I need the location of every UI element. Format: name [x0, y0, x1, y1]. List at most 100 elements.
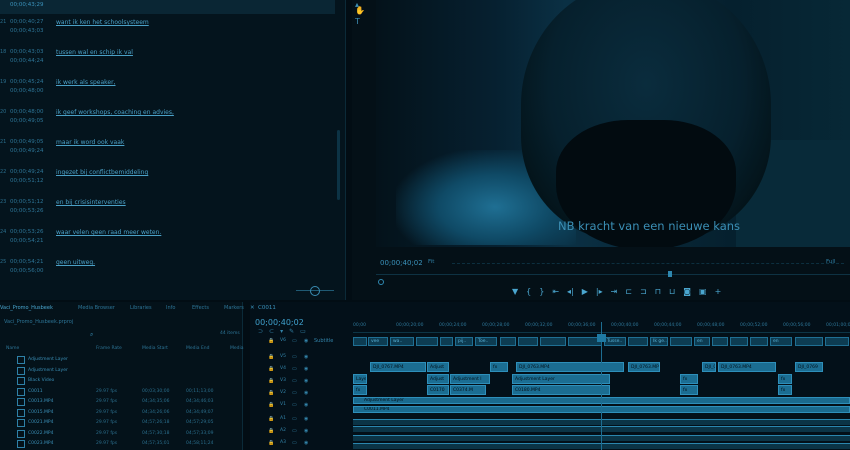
video-clip[interactable]: Adjust: [427, 374, 449, 384]
lock-icon[interactable]: 🔒: [268, 354, 274, 360]
project-item[interactable]: Black Video: [0, 376, 242, 386]
video-clip[interactable]: fx: [778, 374, 792, 384]
comparison-icon[interactable]: ▣: [699, 287, 707, 297]
caption-clip[interactable]: Toe..: [475, 337, 497, 346]
type-tool-icon[interactable]: T: [355, 17, 360, 26]
add-button-icon[interactable]: +: [715, 287, 722, 297]
track-header[interactable]: 🔒 V4 ▭ ◉: [250, 364, 353, 376]
track-header[interactable]: 🔒 A1 ▭ ◉: [250, 414, 353, 426]
captions-icon[interactable]: ▭: [300, 328, 312, 335]
caption-in-timecode[interactable]: 00;00;43;03: [10, 49, 44, 55]
caption-clip[interactable]: [500, 337, 516, 346]
caption-in-timecode[interactable]: 00;00;53;26: [10, 229, 44, 235]
captions-zoom-knob[interactable]: [310, 286, 320, 296]
caption-in-timecode[interactable]: 00;00;49;24: [10, 169, 44, 175]
caption-row[interactable]: 19 00;00;45;24 00;00;48;00 ik werk als spea…: [0, 75, 335, 105]
wrench-icon[interactable]: ✎: [289, 328, 300, 335]
tab-markers[interactable]: Markers: [224, 305, 244, 311]
go-to-in-icon[interactable]: ⇤: [552, 287, 559, 297]
monitor-scrubber[interactable]: [376, 274, 850, 275]
caption-text[interactable]: tussen wal en schip ik val: [56, 49, 133, 56]
caption-row[interactable]: 20 00;00;48;00 00;00;49;05 ik geef workshop…: [0, 105, 335, 135]
project-item[interactable]: Adjustment Layer: [0, 366, 242, 376]
caption-out-timecode[interactable]: 00;00;48;00: [10, 88, 44, 94]
caption-text[interactable]: en bij crisisinterventies: [56, 199, 126, 206]
monitor-playhead[interactable]: [668, 271, 672, 277]
sync-icon[interactable]: ▭: [292, 378, 297, 384]
video-clip[interactable]: DJI_0763.MP4: [628, 362, 660, 372]
fit-select[interactable]: Fit: [428, 259, 434, 265]
insert-icon[interactable]: ⊏: [625, 287, 632, 297]
video-clip[interactable]: Adjustment Layer: [512, 374, 610, 384]
caption-clip[interactable]: [730, 337, 748, 346]
caption-in-timecode[interactable]: 00;00;49;05: [10, 139, 44, 145]
video-clip[interactable]: C0180.MP4: [512, 385, 610, 395]
caption-text[interactable]: geen uitweg.: [56, 259, 95, 266]
caption-row[interactable]: 25 00;00;54;21 00;00;56;00 geen uitweg.: [0, 255, 335, 285]
program-timecode[interactable]: 00;00;40;02: [380, 259, 423, 267]
caption-clip[interactable]: [795, 337, 823, 346]
caption-clip[interactable]: [416, 337, 438, 346]
playhead-handle[interactable]: [597, 334, 606, 342]
mark-clip-icon[interactable]: }: [539, 287, 544, 297]
caption-text[interactable]: ik werk als speaker,: [56, 79, 116, 86]
caption-text[interactable]: want ik ken het schoolsysteem: [56, 19, 149, 26]
caption-text[interactable]: maar ik word ook vaak: [56, 139, 124, 146]
tab-effects[interactable]: Effects: [192, 305, 209, 311]
caption-in-timecode[interactable]: 00;00;54;21: [10, 259, 44, 265]
eye-icon[interactable]: ◉: [304, 378, 308, 384]
sync-icon[interactable]: ▭: [292, 402, 297, 408]
track-header[interactable]: 🔒 V1 ▭ ◉: [250, 400, 353, 412]
video-clip[interactable]: DJI_0769: [795, 362, 823, 372]
sync-icon[interactable]: ▭: [292, 366, 297, 372]
caption-out-timecode[interactable]: 00;00;43;03: [10, 28, 44, 34]
resolution-select[interactable]: Full: [826, 259, 835, 265]
lock-icon[interactable]: 🔒: [268, 390, 274, 396]
lock-icon[interactable]: 🔒: [268, 338, 274, 344]
video-clip[interactable]: DJI_0: [702, 362, 716, 372]
lock-icon[interactable]: 🔒: [268, 378, 274, 384]
go-to-out-icon[interactable]: ⇥: [611, 287, 618, 297]
caption-row[interactable]: 21 00;00;40;27 00;00;43;03 want ik ken het …: [0, 15, 335, 45]
caption-clip[interactable]: [540, 337, 566, 346]
caption-clip[interactable]: [628, 337, 648, 346]
captions-scrollbar[interactable]: [337, 130, 340, 200]
project-item[interactable]: C0021.MP4 29.97 fps 04;57;26;18 04;57;29;05: [0, 418, 242, 428]
eye-icon[interactable]: ◉: [304, 440, 308, 446]
zoom-handle-icon[interactable]: [378, 279, 384, 285]
project-item[interactable]: C0013.MP4 29.97 fps 04;34;35;06 04;34;46;03: [0, 397, 242, 407]
close-icon[interactable]: ✕: [250, 305, 255, 311]
caption-clip[interactable]: [750, 337, 768, 346]
extract-icon[interactable]: ⊔: [669, 287, 675, 297]
project-item[interactable]: C0015.MP4 29.97 fps 04;34;26;06 04;34;49;07: [0, 408, 242, 418]
track-header[interactable]: 🔒 A2 ▭ ◉: [250, 426, 353, 438]
video-clip[interactable]: C0374.M: [450, 385, 486, 395]
sync-icon[interactable]: ▭: [292, 354, 297, 360]
col-media-end[interactable]: Media End: [186, 346, 210, 351]
tab-project[interactable]: Vaci_Promo_Husbeek: [0, 305, 53, 311]
caption-clip[interactable]: [353, 337, 367, 346]
caption-in-timecode[interactable]: 00;00;51;12: [10, 199, 44, 205]
project-item[interactable]: C0011 29.97 fps 00;03;30;00 00;11;13;00: [0, 387, 242, 397]
caption-row[interactable]: 21 00;00;49;05 00;00;49;24 maar ik word ook…: [0, 135, 335, 165]
eye-icon[interactable]: ◉: [304, 338, 308, 344]
tab-media-browser[interactable]: Media Browser: [78, 305, 115, 311]
step-back-icon[interactable]: ◂|: [567, 287, 574, 297]
caption-row[interactable]: 24 00;00;53;26 00;00;54;21 waar velen geen …: [0, 225, 335, 255]
sync-icon[interactable]: ▭: [292, 428, 297, 434]
hand-tool-icon[interactable]: ✋: [355, 6, 365, 15]
caption-out-timecode[interactable]: 00;00;51;12: [10, 178, 44, 184]
col-name[interactable]: Name: [6, 346, 19, 351]
caption-out-timecode[interactable]: 00;00;53;26: [10, 208, 44, 214]
col-media-start[interactable]: Media Start: [142, 346, 168, 351]
track-header[interactable]: 🔒 V3 ▭ ◉: [250, 376, 353, 388]
video-clip[interactable]: DJI_0763.MP4: [718, 362, 776, 372]
camera-icon[interactable]: ◙: [683, 287, 691, 297]
eye-icon[interactable]: ◉: [304, 354, 308, 360]
project-item[interactable]: C0023.MP4 29.97 fps 04;57;35;01 04;58;11;24: [0, 439, 242, 449]
caption-clip[interactable]: pij..: [455, 337, 473, 346]
caption-clip[interactable]: en: [770, 337, 792, 346]
lock-icon[interactable]: 🔒: [268, 366, 274, 372]
eye-icon[interactable]: ◉: [304, 428, 308, 434]
project-item[interactable]: C0022.MP4 29.97 fps 04;57;30;18 04;57;33;09: [0, 429, 242, 439]
